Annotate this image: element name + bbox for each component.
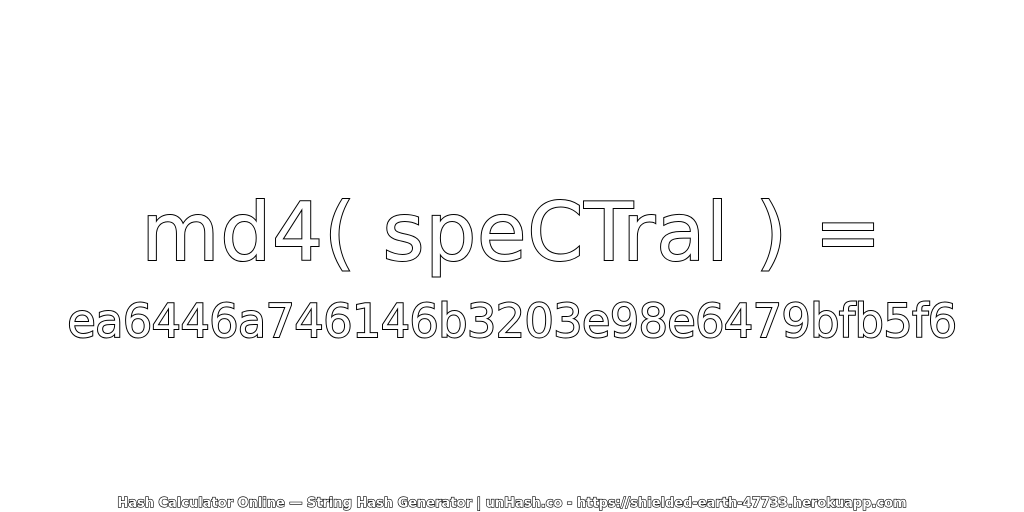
- hash-expression: md4( speCTral ) =: [140, 185, 883, 280]
- hash-result: ea6446a746146b3203e98e6479bfb5f6: [66, 293, 958, 349]
- footer-credit: Hash Calculator Online — String Hash Gen…: [117, 495, 908, 511]
